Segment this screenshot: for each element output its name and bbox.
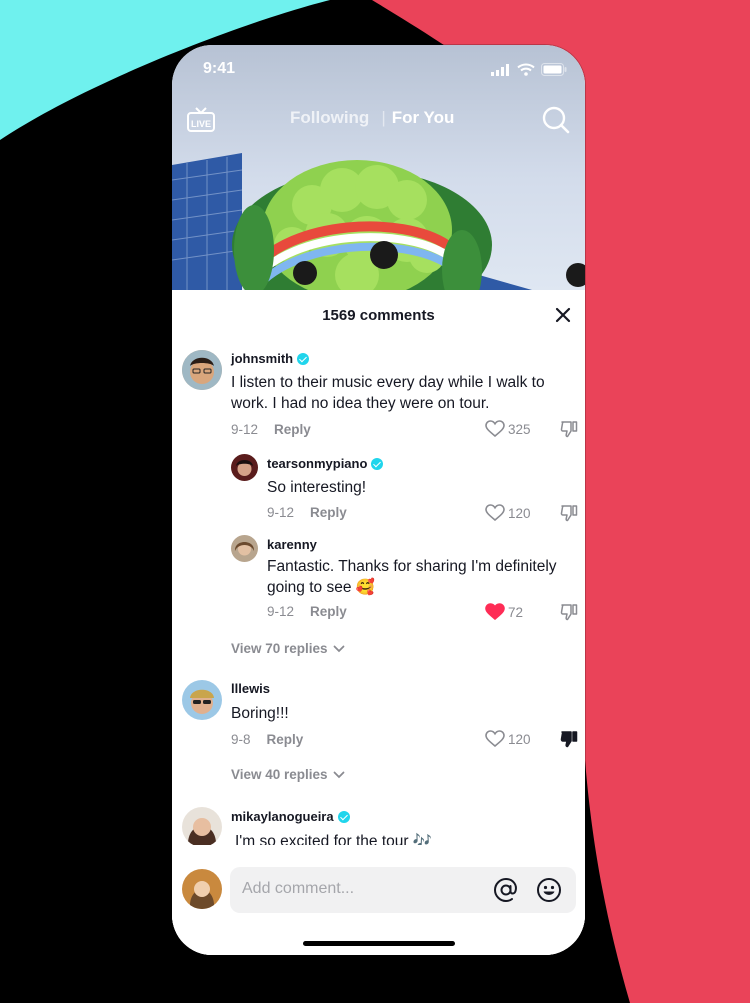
close-icon: [555, 307, 571, 323]
close-comments-button[interactable]: [555, 307, 571, 328]
avatar[interactable]: [182, 807, 222, 847]
like-count: 120: [508, 505, 531, 521]
username-text: mikaylanogueira: [231, 809, 334, 824]
comment-date: 9-12: [267, 604, 295, 619]
comment-username[interactable]: lllewis: [231, 681, 270, 696]
view-replies-label: View 70 replies: [231, 641, 328, 656]
comment-meta: 9-12 Reply: [267, 505, 347, 520]
user-avatar-image: [182, 680, 222, 720]
reply-button[interactable]: Reply: [274, 422, 311, 437]
comment-text: I listen to their music every day while …: [231, 374, 545, 412]
like-button[interactable]: 325: [485, 420, 531, 438]
user-avatar-image: [182, 807, 222, 847]
chevron-down-icon: [333, 771, 344, 778]
verified-badge-icon: [297, 352, 310, 365]
comment-username[interactable]: mikaylanogueira: [231, 809, 350, 824]
chevron-down-icon: [333, 645, 344, 652]
comment-date: 9-12: [267, 505, 295, 520]
heart-outline-icon: [485, 420, 505, 438]
view-replies-label: View 40 replies: [231, 767, 328, 782]
dislike-button[interactable]: [560, 504, 578, 527]
comment-date: 9-8: [231, 732, 251, 747]
view-replies-button[interactable]: View 40 replies: [231, 767, 345, 782]
comment-text: So interesting!: [267, 479, 367, 496]
username-text: tearsonmypiano: [267, 456, 368, 471]
feed-tabs: Following | For You: [290, 108, 454, 128]
comment-meta: 9-8 Reply: [231, 732, 303, 747]
add-comment-input[interactable]: Add comment...: [230, 867, 576, 913]
verified-badge-icon: [371, 457, 384, 470]
dislike-button[interactable]: [560, 420, 578, 443]
like-count: 325: [508, 421, 531, 437]
heart-outline-icon: [485, 504, 505, 522]
home-indicator[interactable]: [303, 941, 455, 946]
like-count: 72: [508, 604, 524, 620]
avatar[interactable]: [182, 680, 222, 720]
signal-icon: [491, 63, 509, 76]
comment-username[interactable]: tearsonmypiano: [267, 456, 384, 471]
like-button[interactable]: 120: [485, 730, 531, 748]
tab-divider: |: [381, 108, 386, 127]
user-avatar-image: [231, 535, 258, 562]
user-avatar-image: [182, 350, 222, 390]
mention-button[interactable]: [493, 877, 519, 908]
phone-screen: 9:41 LIVE Following | For You 1569 comme…: [172, 45, 585, 955]
live-tv-icon: LIVE: [187, 107, 215, 132]
search-button[interactable]: [541, 105, 571, 140]
status-time: 9:41: [203, 60, 236, 77]
reply-button[interactable]: Reply: [267, 732, 304, 747]
dislike-button[interactable]: [560, 603, 578, 626]
live-button[interactable]: LIVE: [186, 105, 216, 140]
thumbs-down-outline-icon: [560, 421, 578, 438]
username-text: johnsmith: [231, 351, 294, 366]
username-text: karenny: [267, 537, 317, 552]
comments-header: 1569 comments: [172, 290, 585, 340]
like-count: 120: [508, 731, 531, 747]
reply-button[interactable]: Reply: [310, 505, 347, 520]
comment-input-bar: Add comment...: [172, 845, 585, 955]
tab-following[interactable]: Following: [290, 108, 369, 127]
comment-text: Boring!!!: [231, 705, 289, 722]
comment-username[interactable]: karenny: [267, 537, 317, 552]
comment-meta: 9-12 Reply: [267, 604, 347, 619]
top-navigation: LIVE Following | For You: [172, 105, 585, 141]
status-bar: 9:41: [172, 45, 585, 95]
user-avatar-image: [182, 869, 222, 909]
dislike-button[interactable]: [560, 730, 578, 753]
comments-sheet: 1569 comments johnsmith I listen to thei…: [172, 290, 585, 955]
avatar[interactable]: [231, 454, 258, 481]
thumbs-down-outline-icon: [560, 505, 578, 522]
comment-date: 9-12: [231, 422, 259, 437]
view-replies-button[interactable]: View 70 replies: [231, 641, 345, 656]
heart-filled-icon: [485, 603, 505, 621]
my-avatar: [182, 869, 222, 909]
status-icons: [491, 63, 567, 76]
heart-outline-icon: [485, 730, 505, 748]
user-avatar-image: [231, 454, 258, 481]
live-label: LIVE: [191, 119, 211, 129]
like-button[interactable]: 72: [485, 603, 523, 621]
username-text: lllewis: [231, 681, 271, 696]
avatar[interactable]: [231, 535, 258, 562]
comment-meta: 9-12 Reply: [231, 422, 311, 437]
comment-username[interactable]: johnsmith: [231, 351, 310, 366]
wifi-icon: [517, 63, 535, 76]
verified-badge-icon: [337, 810, 350, 823]
search-icon: [542, 106, 570, 134]
avatar[interactable]: [182, 350, 222, 390]
emoji-smile-icon: [537, 878, 561, 902]
emoji-button[interactable]: [536, 877, 562, 908]
thumbs-down-outline-icon: [560, 604, 578, 621]
like-button[interactable]: 120: [485, 504, 531, 522]
reply-button[interactable]: Reply: [310, 604, 347, 619]
comments-count: 1569 comments: [322, 307, 435, 324]
battery-icon: [541, 63, 567, 76]
tab-for-you[interactable]: For You: [392, 108, 455, 127]
at-mention-icon: [493, 877, 517, 903]
thumbs-down-filled-icon: [560, 731, 578, 748]
video-preview[interactable]: 9:41 LIVE Following | For You: [172, 45, 585, 290]
comment-text: Fantastic. Thanks for sharing I'm defini…: [267, 558, 557, 596]
add-comment-placeholder: Add comment...: [242, 880, 355, 897]
